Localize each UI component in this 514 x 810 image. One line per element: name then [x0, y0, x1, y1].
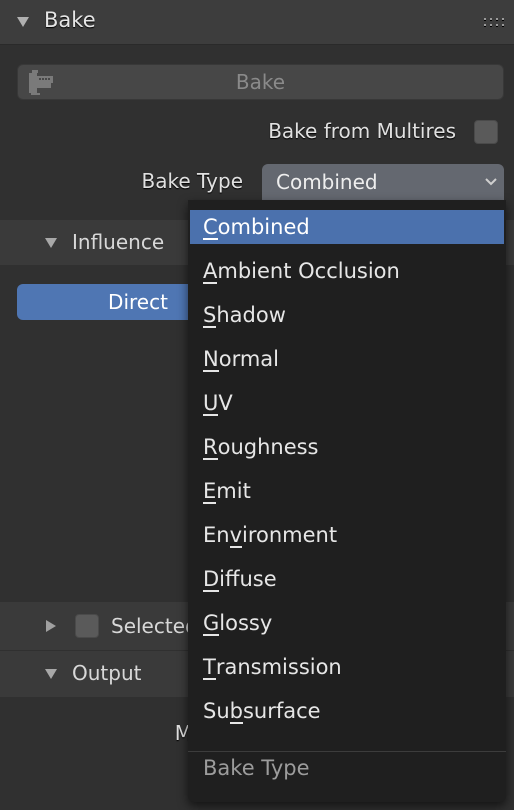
bake-from-multires-label: Bake from Multires	[268, 119, 456, 143]
menu-separator	[188, 751, 506, 752]
menu-item-label: UV	[203, 390, 233, 416]
menu-item-emit[interactable]: Emit	[190, 474, 504, 508]
menu-item-label: Normal	[203, 346, 279, 372]
panel-title: Bake	[44, 8, 96, 32]
chevron-down-icon	[485, 178, 497, 186]
output-title: Output	[72, 661, 142, 685]
menu-title: Bake Type	[203, 756, 310, 780]
bake-panel-header[interactable]: Bake	[0, 0, 514, 45]
film-strip-icon	[29, 70, 53, 95]
menu-item-combined[interactable]: Combined	[190, 210, 504, 244]
bake-from-multires-checkbox[interactable]	[474, 120, 498, 144]
menu-item-label: Subsurface	[203, 698, 321, 724]
bake-type-label: Bake Type	[141, 169, 243, 193]
menu-item-environment[interactable]: Environment	[190, 518, 504, 552]
expand-arrow-icon[interactable]	[46, 620, 56, 632]
menu-item-label: Glossy	[203, 610, 273, 636]
menu-item-label: Shadow	[203, 302, 286, 328]
menu-item-label: Emit	[203, 478, 251, 504]
collapse-arrow-icon[interactable]	[45, 669, 57, 679]
influence-title: Influence	[72, 230, 165, 254]
bake-button-label: Bake	[235, 70, 286, 94]
menu-item-subsurface[interactable]: Subsurface	[190, 694, 504, 728]
menu-item-label: Diffuse	[203, 566, 277, 592]
menu-item-label: Transmission	[203, 654, 342, 680]
menu-item-transmission[interactable]: Transmission	[190, 650, 504, 684]
bake-type-value: Combined	[276, 170, 378, 194]
tab-direct-label: Direct	[108, 290, 168, 314]
menu-item-label: Environment	[203, 522, 338, 548]
menu-item-normal[interactable]: Normal	[190, 342, 504, 376]
menu-item-label: Roughness	[203, 434, 319, 460]
collapse-arrow-icon[interactable]	[17, 17, 29, 27]
menu-item-ambient-occlusion[interactable]: Ambient Occlusion	[190, 254, 504, 288]
menu-item-label: Ambient Occlusion	[203, 258, 400, 284]
menu-item-label: Combined	[203, 214, 310, 240]
menu-item-uv[interactable]: UV	[190, 386, 504, 420]
bake-type-menu: Bake Type Combined Ambient Occlusion Shado…	[188, 200, 506, 802]
menu-item-roughness[interactable]: Roughness	[190, 430, 504, 464]
drag-grip-icon[interactable]	[484, 18, 504, 26]
collapse-arrow-icon[interactable]	[45, 238, 57, 248]
menu-item-glossy[interactable]: Glossy	[190, 606, 504, 640]
bake-button[interactable]: Bake	[17, 64, 504, 100]
menu-item-shadow[interactable]: Shadow	[190, 298, 504, 332]
bake-type-dropdown[interactable]: Combined	[262, 164, 504, 200]
selected-to-active-checkbox[interactable]	[75, 614, 99, 638]
menu-item-diffuse[interactable]: Diffuse	[190, 562, 504, 596]
